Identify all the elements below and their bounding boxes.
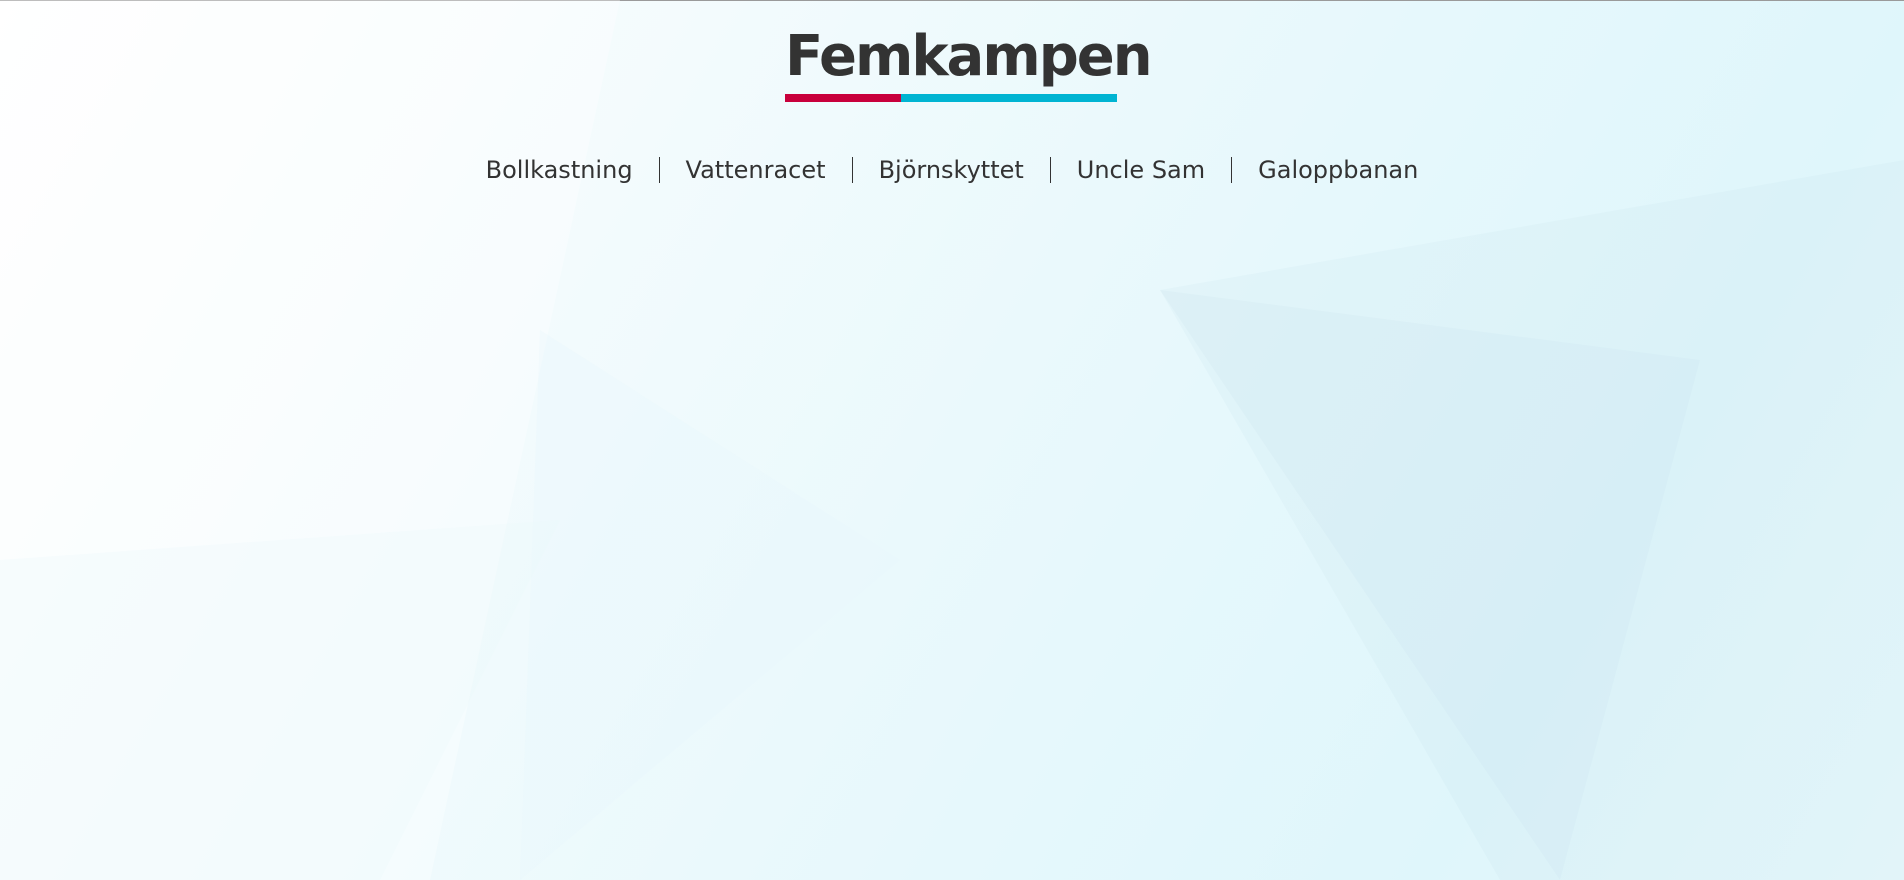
nav-separator bbox=[851, 157, 853, 183]
nav-link-bollkastning[interactable]: Bollkastning bbox=[486, 150, 633, 190]
title-underline bbox=[785, 94, 1117, 102]
main-nav: Bollkastning Vattenracet Björnskyttet Uncle… bbox=[0, 150, 1904, 190]
nav-separator bbox=[658, 157, 660, 183]
nav-link-bjornskyttet[interactable]: Björnskyttet bbox=[879, 150, 1024, 190]
background-polygons bbox=[0, 0, 1904, 880]
nav-separator bbox=[1231, 157, 1233, 183]
site-title-block: Femkampen bbox=[785, 22, 1153, 102]
site-title[interactable]: Femkampen bbox=[785, 22, 1153, 92]
nav-separator bbox=[1049, 157, 1051, 183]
title-underline-blue bbox=[901, 94, 1117, 102]
title-underline-red bbox=[785, 94, 901, 102]
top-border-line bbox=[0, 0, 1904, 1]
nav-link-vattenracet[interactable]: Vattenracet bbox=[686, 150, 826, 190]
nav-link-uncle-sam[interactable]: Uncle Sam bbox=[1077, 150, 1205, 190]
nav-link-galoppbanan[interactable]: Galoppbanan bbox=[1258, 150, 1418, 190]
